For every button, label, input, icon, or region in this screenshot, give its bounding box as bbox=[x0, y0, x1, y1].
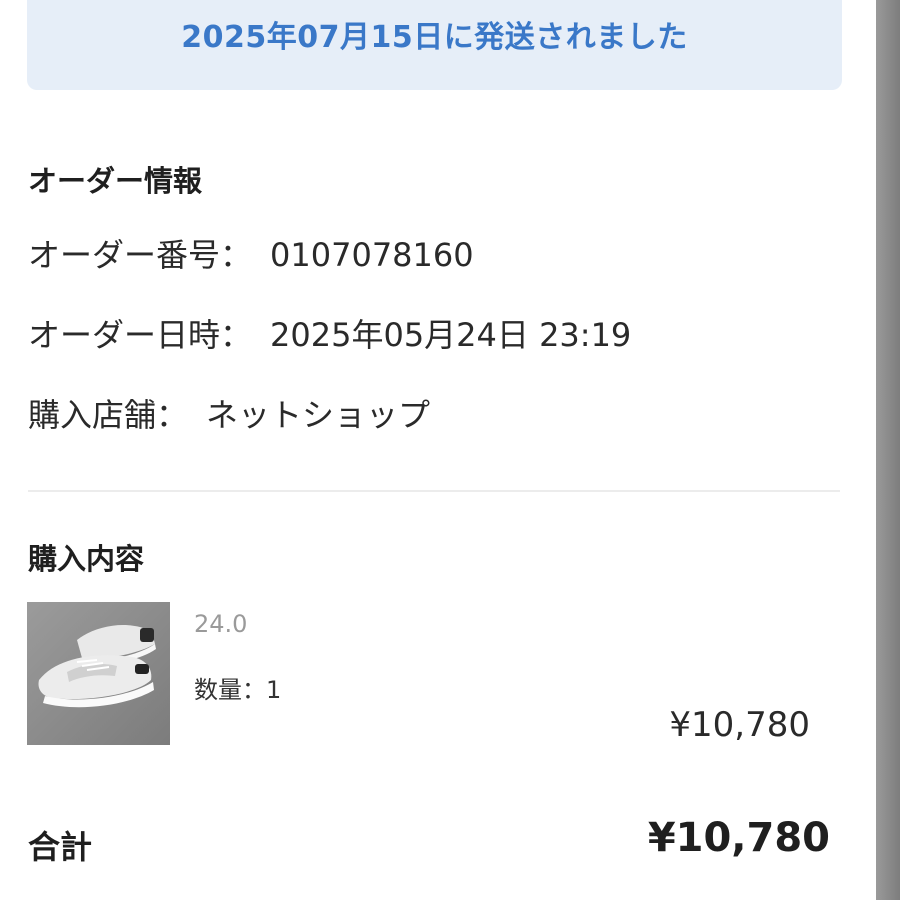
product-price: ¥10,780 bbox=[669, 705, 810, 745]
scrollbar-track[interactable] bbox=[876, 0, 900, 900]
product-size: 24.0 bbox=[194, 610, 248, 638]
store-row: 購入店舗： ネットショップ bbox=[28, 390, 430, 436]
product-thumbnail[interactable] bbox=[27, 602, 170, 745]
total-label: 合計 bbox=[28, 828, 93, 866]
order-info-title: オーダー情報 bbox=[28, 164, 203, 198]
white-sneakers-photo bbox=[27, 602, 170, 745]
shipping-status-text: 2025年07月15日に発送されました bbox=[181, 20, 688, 55]
order-datetime-row: オーダー日時： 2025年05月24日 23:19 bbox=[28, 310, 631, 356]
section-divider bbox=[28, 490, 840, 492]
shipping-status-banner: 2025年07月15日に発送されました bbox=[27, 0, 842, 90]
page: 2025年07月15日に発送されました オーダー情報 オーダー番号： 010707… bbox=[0, 0, 900, 900]
total-value: ¥10,780 bbox=[647, 815, 830, 861]
order-detail-screen: 2025年07月15日に発送されました オーダー情報 オーダー番号： 010707… bbox=[0, 0, 876, 900]
store-label: 購入店舗： bbox=[28, 396, 189, 434]
order-datetime-label: オーダー日時： bbox=[28, 316, 253, 354]
product-quantity: 数量：1 bbox=[194, 676, 282, 704]
order-number-value: 0107078160 bbox=[270, 236, 474, 274]
store-value: ネットショップ bbox=[206, 396, 431, 434]
order-datetime-value: 2025年05月24日 23:19 bbox=[270, 316, 632, 354]
order-number-label: オーダー番号： bbox=[28, 236, 253, 274]
order-number-row: オーダー番号： 0107078160 bbox=[28, 230, 474, 276]
purchase-title: 購入内容 bbox=[28, 542, 145, 576]
